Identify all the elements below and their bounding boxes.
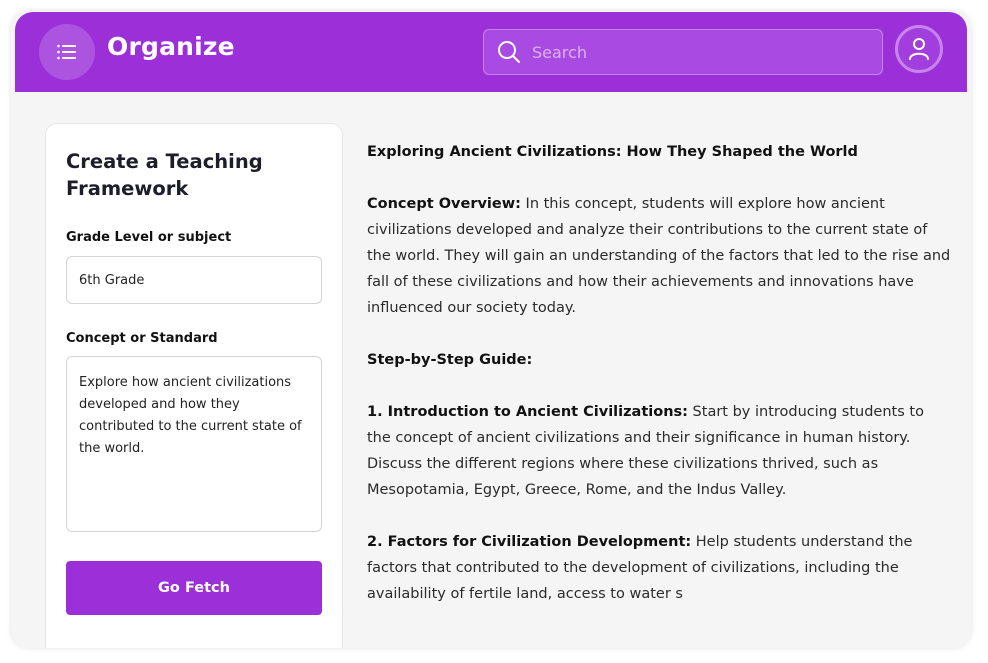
grade-input[interactable]: 6th Grade — [66, 256, 322, 304]
step-item: 1. Introduction to Ancient Civilizations… — [367, 399, 952, 503]
framework-title: Exploring Ancient Civilizations: How The… — [367, 144, 858, 160]
user-icon — [909, 38, 929, 60]
framework-form-card: Create a Teaching Framework Grade Level … — [45, 123, 343, 648]
search-icon — [498, 41, 520, 63]
top-header: Organize — [15, 12, 967, 92]
step-heading: 2. Factors for Civilization Development: — [367, 534, 692, 550]
grade-label: Grade Level or subject — [66, 230, 232, 245]
guide-heading: Step-by-Step Guide: — [367, 352, 533, 368]
form-title: Create a Teaching Framework — [66, 150, 263, 200]
list-icon — [57, 44, 76, 60]
menu-button[interactable] — [39, 24, 95, 80]
overview-text: In this concept, students will explore h… — [367, 196, 951, 316]
app-window: Organize Create a Teaching Framework Gra… — [11, 11, 971, 648]
overview-heading: Concept Overview: — [367, 196, 521, 212]
profile-button[interactable] — [895, 25, 943, 73]
step-heading: 1. Introduction to Ancient Civilizations… — [367, 404, 688, 420]
search-bar[interactable] — [483, 29, 883, 75]
go-fetch-button[interactable]: Go Fetch — [66, 561, 322, 615]
concept-textarea[interactable]: Explore how ancient civilizations develo… — [66, 356, 322, 532]
generated-framework: Exploring Ancient Civilizations: How The… — [367, 139, 952, 633]
search-input[interactable] — [532, 37, 852, 67]
concept-label: Concept or Standard — [66, 331, 218, 346]
concept-overview: Concept Overview: In this concept, stude… — [367, 191, 952, 321]
step-item: 2. Factors for Civilization Development:… — [367, 529, 952, 607]
app-title: Organize — [107, 32, 235, 61]
